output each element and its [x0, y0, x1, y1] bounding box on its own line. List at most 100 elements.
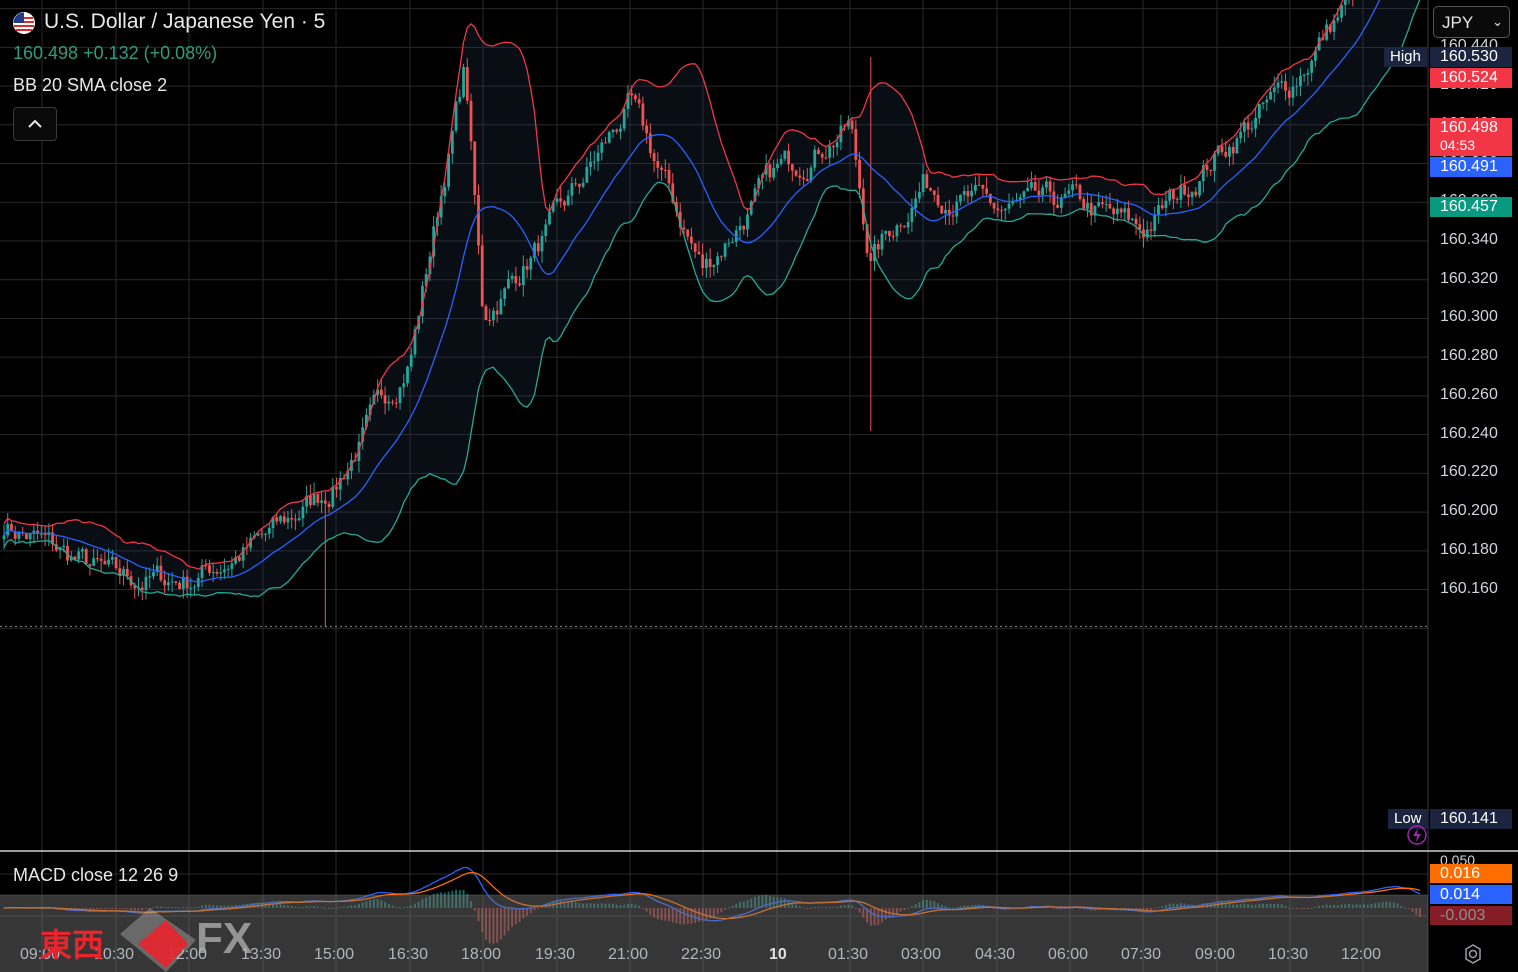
price-axis-label: 160.280	[1440, 347, 1498, 365]
candle-body	[652, 153, 656, 162]
candle-body	[379, 389, 383, 396]
candle-body	[630, 93, 634, 96]
macd-signal-tag: 0.016	[1430, 864, 1512, 883]
candle-body	[1082, 199, 1086, 209]
macd-indicator-label[interactable]: MACD close 12 26 9	[13, 865, 178, 886]
candle-body	[84, 549, 88, 564]
candle-body	[335, 486, 338, 490]
candle-body	[316, 494, 320, 503]
time-axis-label: 07:30	[1121, 946, 1162, 963]
candle-body	[794, 170, 798, 176]
candle-body	[604, 142, 607, 144]
bollinger-indicator-label[interactable]: BB 20 SMA close 2	[13, 75, 167, 96]
currency-select[interactable]: JPY ⌄	[1433, 6, 1510, 38]
symbol-title[interactable]: U.S. Dollar / Japanese Yen · 5	[44, 10, 325, 34]
candle-body	[719, 256, 723, 258]
candle-body	[708, 258, 712, 268]
lightning-icon[interactable]	[1406, 824, 1428, 846]
candle-body	[297, 518, 301, 521]
candle-body	[1022, 191, 1026, 198]
low-value-tag: 160.141	[1430, 809, 1512, 829]
candle-body	[929, 188, 932, 191]
gear-icon[interactable]	[1462, 943, 1484, 965]
candle-body	[495, 310, 499, 315]
candle-body	[544, 224, 548, 237]
candle-body	[1044, 181, 1048, 188]
candle-body	[477, 195, 480, 246]
candle-body	[226, 568, 230, 570]
time-axis-label: 12:00	[1341, 946, 1382, 963]
candle-body	[1149, 229, 1153, 232]
candle-body	[988, 193, 992, 203]
bollinger-band-fill	[4, 0, 1420, 597]
bar-countdown: 04:53	[1440, 137, 1476, 153]
candle-body	[208, 565, 211, 573]
candle	[1078, 183, 1082, 202]
high-label: High	[1384, 47, 1427, 67]
candle-body	[690, 236, 693, 244]
candle-body	[686, 229, 690, 237]
candle-body	[110, 557, 114, 560]
candle-body	[738, 225, 742, 231]
candle-body	[1284, 81, 1287, 91]
candle-body	[775, 163, 779, 168]
time-axis-label: 18:00	[461, 946, 502, 963]
price-axis-label: 160.320	[1440, 269, 1498, 287]
candle-body	[772, 167, 776, 178]
candle-body	[615, 129, 619, 132]
price-chart[interactable]	[0, 0, 1518, 972]
candle-body	[406, 366, 409, 384]
candle-body	[858, 159, 861, 189]
time-axis-label: 19:30	[535, 946, 576, 963]
candle-body	[77, 551, 81, 560]
time-axis-label: 03:00	[901, 946, 942, 963]
candle-body	[910, 207, 914, 223]
candle-body	[1033, 182, 1037, 191]
bb-basis-tag: 160.491	[1430, 157, 1512, 177]
candle-body	[279, 516, 282, 522]
high-value-tag: 160.530	[1430, 47, 1512, 67]
macd-line-tag: 0.014	[1430, 885, 1512, 904]
candle-body	[779, 158, 783, 164]
candle-body	[903, 226, 906, 228]
candle-body	[619, 128, 622, 132]
candle-body	[1295, 86, 1299, 88]
candle-body	[973, 184, 977, 191]
candle-body	[899, 225, 903, 227]
candle-body	[660, 167, 663, 171]
candle-body	[1048, 181, 1052, 192]
candle-body	[992, 202, 996, 209]
candle	[462, 63, 465, 99]
candle-body	[237, 556, 241, 561]
candle-body	[1280, 81, 1284, 83]
candle-body	[607, 132, 611, 143]
reference-lines	[0, 625, 1428, 627]
candle-body	[402, 383, 406, 388]
candle-body	[600, 142, 604, 153]
candle-body	[574, 183, 578, 185]
candle-body	[693, 243, 697, 252]
candle-body	[1112, 208, 1116, 215]
collapse-indicators-button[interactable]	[13, 107, 57, 141]
candle-body	[301, 506, 305, 519]
candle-body	[850, 120, 854, 129]
candle-body	[1299, 75, 1302, 87]
candle-body	[88, 563, 92, 566]
time-axis-label: 06:00	[1048, 946, 1089, 963]
candle-body	[409, 354, 413, 367]
chevron-up-icon	[28, 119, 42, 128]
candle-body	[917, 192, 921, 199]
time-axis-label: 09:00	[1195, 946, 1236, 963]
candle	[940, 205, 944, 214]
time-axis-label: 01:30	[828, 946, 869, 963]
candlestick-series	[2, 0, 1354, 627]
candle-body	[1115, 208, 1119, 215]
candle-body	[1183, 184, 1187, 195]
candle-body	[746, 214, 749, 230]
candle-body	[783, 150, 787, 159]
candle-body	[1067, 190, 1071, 194]
candle-body	[499, 298, 503, 315]
candle-body	[1160, 205, 1164, 208]
candle-body	[152, 572, 155, 577]
candle-body	[159, 565, 163, 581]
